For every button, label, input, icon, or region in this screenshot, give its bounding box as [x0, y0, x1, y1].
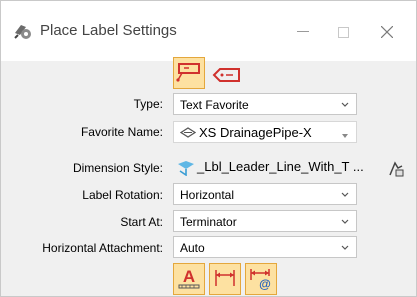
- leader-label-icon: [176, 61, 202, 86]
- chevron-down-icon: [341, 214, 349, 224]
- app-icon: [13, 21, 33, 41]
- start-at-label: Start At:: [120, 215, 163, 229]
- horizontal-attachment-dropdown[interactable]: Auto: [173, 236, 357, 258]
- svg-text:A: A: [183, 267, 195, 286]
- favorite-name-dropdown[interactable]: XS DrainagePipe-X: [173, 121, 357, 143]
- dimension-style-value: _Lbl_Leader_Line_With_T ...: [197, 159, 364, 174]
- tag-label-icon: [212, 65, 242, 88]
- window-title: Place Label Settings: [40, 22, 177, 39]
- dimension-at-tool-button[interactable]: @: [245, 263, 277, 295]
- label-rotation-value: Horizontal: [180, 188, 235, 202]
- tag-label-mode-button[interactable]: [211, 60, 243, 92]
- label-rotation-label: Label Rotation:: [82, 188, 163, 202]
- match-style-icon[interactable]: [387, 160, 405, 178]
- dimension-icon: [213, 267, 237, 292]
- chevron-down-icon: [341, 97, 349, 107]
- dimension-tool-button[interactable]: [209, 263, 241, 295]
- horizontal-attachment-label: Horizontal Attachment:: [42, 241, 163, 255]
- style-icon: [177, 160, 195, 177]
- place-label-settings-window: Place Label Settings Type: Text Favorite…: [0, 0, 417, 297]
- text-icon: A: [178, 266, 200, 293]
- type-dropdown[interactable]: Text Favorite: [173, 93, 357, 115]
- chevron-down-icon: [341, 240, 349, 250]
- svg-text:@: @: [259, 277, 271, 290]
- leader-label-mode-button[interactable]: [173, 57, 205, 89]
- chevron-down-icon: [341, 187, 349, 197]
- dimension-style-field[interactable]: _Lbl_Leader_Line_With_T ...: [173, 156, 379, 179]
- type-label: Type:: [133, 97, 163, 111]
- dimension-style-label: Dimension Style:: [72, 161, 163, 175]
- minimize-button[interactable]: [283, 15, 323, 49]
- horizontal-attachment-value: Auto: [180, 241, 205, 255]
- title-bar: Place Label Settings: [1, 1, 416, 61]
- pipe-cell-icon: [179, 127, 197, 138]
- maximize-button[interactable]: [323, 15, 363, 49]
- start-at-dropdown[interactable]: Terminator: [173, 210, 357, 232]
- type-value: Text Favorite: [180, 98, 249, 112]
- favorite-name-label: Favorite Name:: [80, 125, 163, 139]
- start-at-value: Terminator: [180, 215, 237, 229]
- favorite-name-value: XS DrainagePipe-X: [199, 125, 312, 140]
- close-button[interactable]: [367, 15, 407, 49]
- label-rotation-dropdown[interactable]: Horizontal: [173, 183, 357, 205]
- triangle-down-icon: [341, 128, 349, 138]
- text-tool-button[interactable]: A: [173, 263, 205, 295]
- dimension-at-icon: @: [248, 266, 274, 293]
